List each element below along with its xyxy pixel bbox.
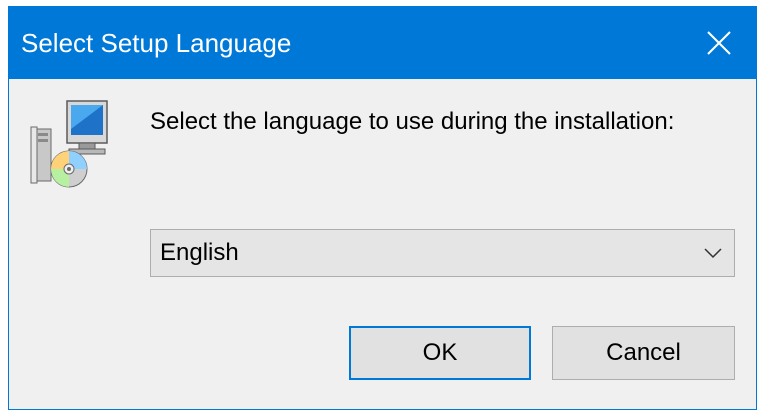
window-title: Select Setup Language (21, 28, 292, 58)
ok-button[interactable]: OK (349, 326, 531, 380)
language-prompt: Select the language to use during the in… (150, 108, 675, 135)
setup-computer-cd-icon (29, 99, 109, 189)
title-bar[interactable]: Select Setup Language (9, 7, 756, 79)
setup-language-dialog: Select Setup Language Select the languag… (8, 6, 757, 410)
language-select[interactable]: English (150, 229, 735, 277)
cancel-button[interactable]: Cancel (552, 326, 735, 380)
language-select-value: English (160, 239, 239, 266)
close-icon (707, 31, 731, 55)
chevron-down-icon (704, 248, 722, 259)
close-button[interactable] (682, 7, 756, 79)
